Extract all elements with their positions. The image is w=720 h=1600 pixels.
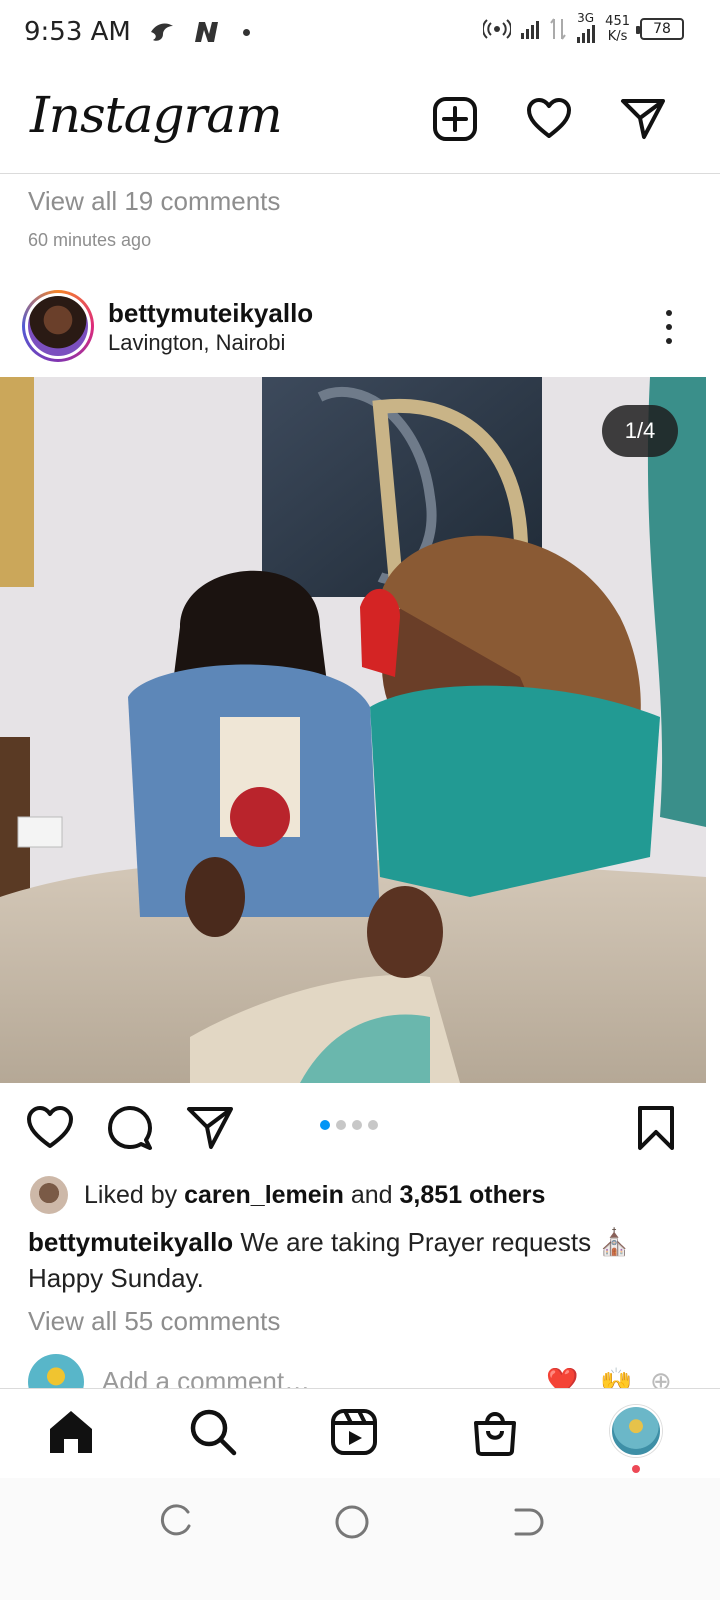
net-speed: 451 K/s [605, 14, 630, 44]
app-header: Instagram [0, 64, 720, 174]
bottom-nav [0, 1388, 720, 1478]
post-caption: bettymuteikyallo We are taking Prayer re… [28, 1224, 668, 1296]
add-reaction-icon[interactable]: ⊕ [650, 1366, 672, 1388]
likes-count[interactable]: 3,851 others [400, 1181, 546, 1210]
status-time: 9:53 AM [24, 17, 131, 47]
more-options-icon[interactable] [666, 310, 674, 344]
battery-icon: 78 [636, 18, 684, 40]
carousel-dot-active [320, 1120, 330, 1130]
quick-reaction-raised-hands[interactable]: 🙌 [600, 1366, 632, 1388]
n-app-icon [194, 22, 218, 42]
previous-post-timestamp: 60 minutes ago [28, 230, 152, 250]
back-icon[interactable] [510, 1504, 546, 1540]
shop-icon[interactable] [470, 1407, 520, 1457]
post-header: bettymuteikyallo Lavington, Nairobi [0, 290, 720, 376]
add-comment-input[interactable]: Add a comment… [102, 1366, 310, 1388]
profile-avatar[interactable] [610, 1405, 662, 1457]
status-bar: 9:53 AM 3G 451 K/s 78 [0, 0, 720, 64]
post-location[interactable]: Lavington, Nairobi [108, 330, 285, 356]
post-actions [0, 1100, 720, 1154]
photo-counter: 1/4 [602, 405, 678, 457]
bird-app-icon [150, 23, 173, 41]
bookmark-icon[interactable] [632, 1104, 680, 1152]
search-icon[interactable] [188, 1407, 238, 1457]
system-nav-bar [0, 1478, 720, 1600]
more-notifications-dot [242, 28, 250, 36]
liker-avatar [30, 1176, 68, 1214]
signal-icon [521, 19, 540, 39]
likes-summary[interactable]: Liked by caren_lemein and 3,851 others [30, 1176, 545, 1214]
caption-username[interactable]: bettymuteikyallo [28, 1227, 233, 1257]
post-username[interactable]: bettymuteikyallo [108, 298, 313, 329]
data-arrows-icon [550, 18, 566, 40]
home-icon[interactable] [46, 1407, 96, 1457]
add-comment-row[interactable]: Add a comment… ❤️ 🙌 ⊕ [0, 1352, 720, 1388]
profile-notification-dot [632, 1465, 640, 1473]
status-right: 3G 451 K/s 78 [483, 11, 684, 44]
notification-icons [149, 20, 250, 44]
carousel-dot [368, 1120, 378, 1130]
recent-apps-icon[interactable] [158, 1504, 194, 1540]
direct-send-icon[interactable] [620, 96, 666, 142]
my-avatar [28, 1354, 84, 1388]
comment-icon[interactable] [106, 1104, 154, 1152]
view-all-comments[interactable]: View all 55 comments [28, 1306, 280, 1337]
hotspot-icon [483, 19, 512, 39]
story-ring[interactable] [22, 290, 94, 362]
previous-post-view-comments[interactable]: View all 19 comments [28, 186, 280, 217]
photo-illustration [0, 377, 706, 1083]
instagram-logo[interactable]: Instagram [30, 86, 283, 144]
plus-square-icon[interactable] [432, 96, 478, 142]
home-button-icon[interactable] [334, 1504, 370, 1540]
share-send-icon[interactable] [186, 1104, 234, 1152]
network-type: 3G [577, 11, 595, 25]
quick-reaction-heart[interactable]: ❤️ [546, 1366, 578, 1388]
heart-icon[interactable] [526, 96, 572, 142]
liker-username[interactable]: caren_lemein [184, 1181, 344, 1210]
signal-3g: 3G [577, 11, 596, 43]
avatar[interactable] [28, 296, 88, 356]
like-heart-icon[interactable] [26, 1104, 74, 1152]
carousel-indicator [320, 1120, 378, 1130]
carousel-dot [336, 1120, 346, 1130]
post-photo[interactable]: 1/4 [0, 377, 706, 1083]
carousel-dot [352, 1120, 362, 1130]
reels-icon[interactable] [329, 1407, 379, 1457]
